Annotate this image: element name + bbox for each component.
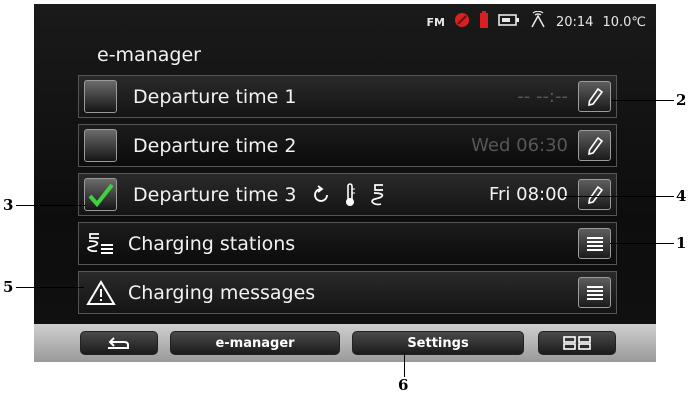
bottom-bar: e-manager Settings <box>34 324 656 362</box>
departure-time-2-edit-button[interactable] <box>578 130 611 161</box>
charging-plug-icon <box>370 183 383 205</box>
charging-stations-row[interactable]: Charging stations <box>78 222 617 265</box>
clock: 20:14 <box>555 14 594 30</box>
back-icon <box>108 337 129 349</box>
e-manager-button[interactable]: e-manager <box>170 331 340 355</box>
charging-stations-label: Charging stations <box>128 232 296 255</box>
outside-temperature: 10.0℃ <box>602 14 646 30</box>
departure-time-3-label: Departure time 3 <box>133 183 297 206</box>
settings-button[interactable]: Settings <box>352 331 524 355</box>
menu-list: Departure time 1 -- --:-- Departure time… <box>78 75 617 320</box>
departure-time-3-options <box>311 182 389 207</box>
pencil-icon <box>587 87 603 106</box>
charging-stations-list-button[interactable] <box>578 228 611 259</box>
grid-icon <box>563 336 591 350</box>
departure-time-3-edit-button[interactable] <box>578 179 611 210</box>
callout-4-line <box>560 196 674 197</box>
departure-time-2-checkbox[interactable] <box>84 129 117 162</box>
radio-band: FM <box>426 15 445 29</box>
callout-3-line <box>16 205 85 206</box>
callout-2-line <box>612 100 674 101</box>
departure-time-1-edit-button[interactable] <box>578 81 611 112</box>
departure-time-3-checkbox[interactable] <box>84 178 117 211</box>
callout-4: 4 <box>676 187 687 205</box>
home-menu-button[interactable] <box>538 331 616 355</box>
callout-3: 3 <box>3 196 14 214</box>
satellite-icon <box>529 10 547 33</box>
pencil-icon <box>587 185 603 204</box>
charging-station-icon <box>84 227 118 261</box>
callout-1: 1 <box>676 234 687 252</box>
callout-1-line <box>610 243 674 244</box>
departure-time-1-checkbox[interactable] <box>84 80 117 113</box>
charging-messages-row[interactable]: Charging messages <box>78 271 617 314</box>
warning-icon <box>84 276 118 310</box>
callout-5: 5 <box>3 278 14 296</box>
charging-messages-label: Charging messages <box>128 281 316 304</box>
departure-time-1-label: Departure time 1 <box>133 85 297 108</box>
list-icon <box>586 285 603 300</box>
departure-time-3-value: Fri 08:00 <box>488 184 568 205</box>
callout-2: 2 <box>676 91 687 109</box>
callout-6-line <box>404 353 405 377</box>
battery-low-icon <box>479 11 489 33</box>
back-button[interactable] <box>80 331 158 355</box>
page-title: e-manager <box>97 44 201 66</box>
departure-time-1-row[interactable]: Departure time 1 -- --:-- <box>78 75 617 118</box>
checkmark-icon <box>87 183 114 207</box>
plug-battery-icon <box>498 13 520 31</box>
departure-time-2-row[interactable]: Departure time 2 Wed 06:30 <box>78 124 617 167</box>
climate-thermometer-icon <box>345 182 355 206</box>
callout-5-line <box>16 287 84 288</box>
departure-time-3-row[interactable]: Departure time 3 Fri 08:00 <box>78 173 617 216</box>
charging-messages-list-button[interactable] <box>578 277 611 308</box>
no-signal-icon <box>454 12 470 32</box>
departure-time-1-value: -- --:-- <box>517 86 568 107</box>
callout-6: 6 <box>398 376 409 394</box>
screen: FM 20:14 10.0℃ e-manager Departure time … <box>34 4 656 362</box>
pencil-icon <box>587 136 603 155</box>
departure-time-2-label: Departure time 2 <box>133 134 297 157</box>
list-icon <box>586 236 603 251</box>
recurring-icon <box>313 184 328 202</box>
departure-time-2-value: Wed 06:30 <box>471 135 568 156</box>
status-bar: FM 20:14 10.0℃ <box>427 10 646 34</box>
